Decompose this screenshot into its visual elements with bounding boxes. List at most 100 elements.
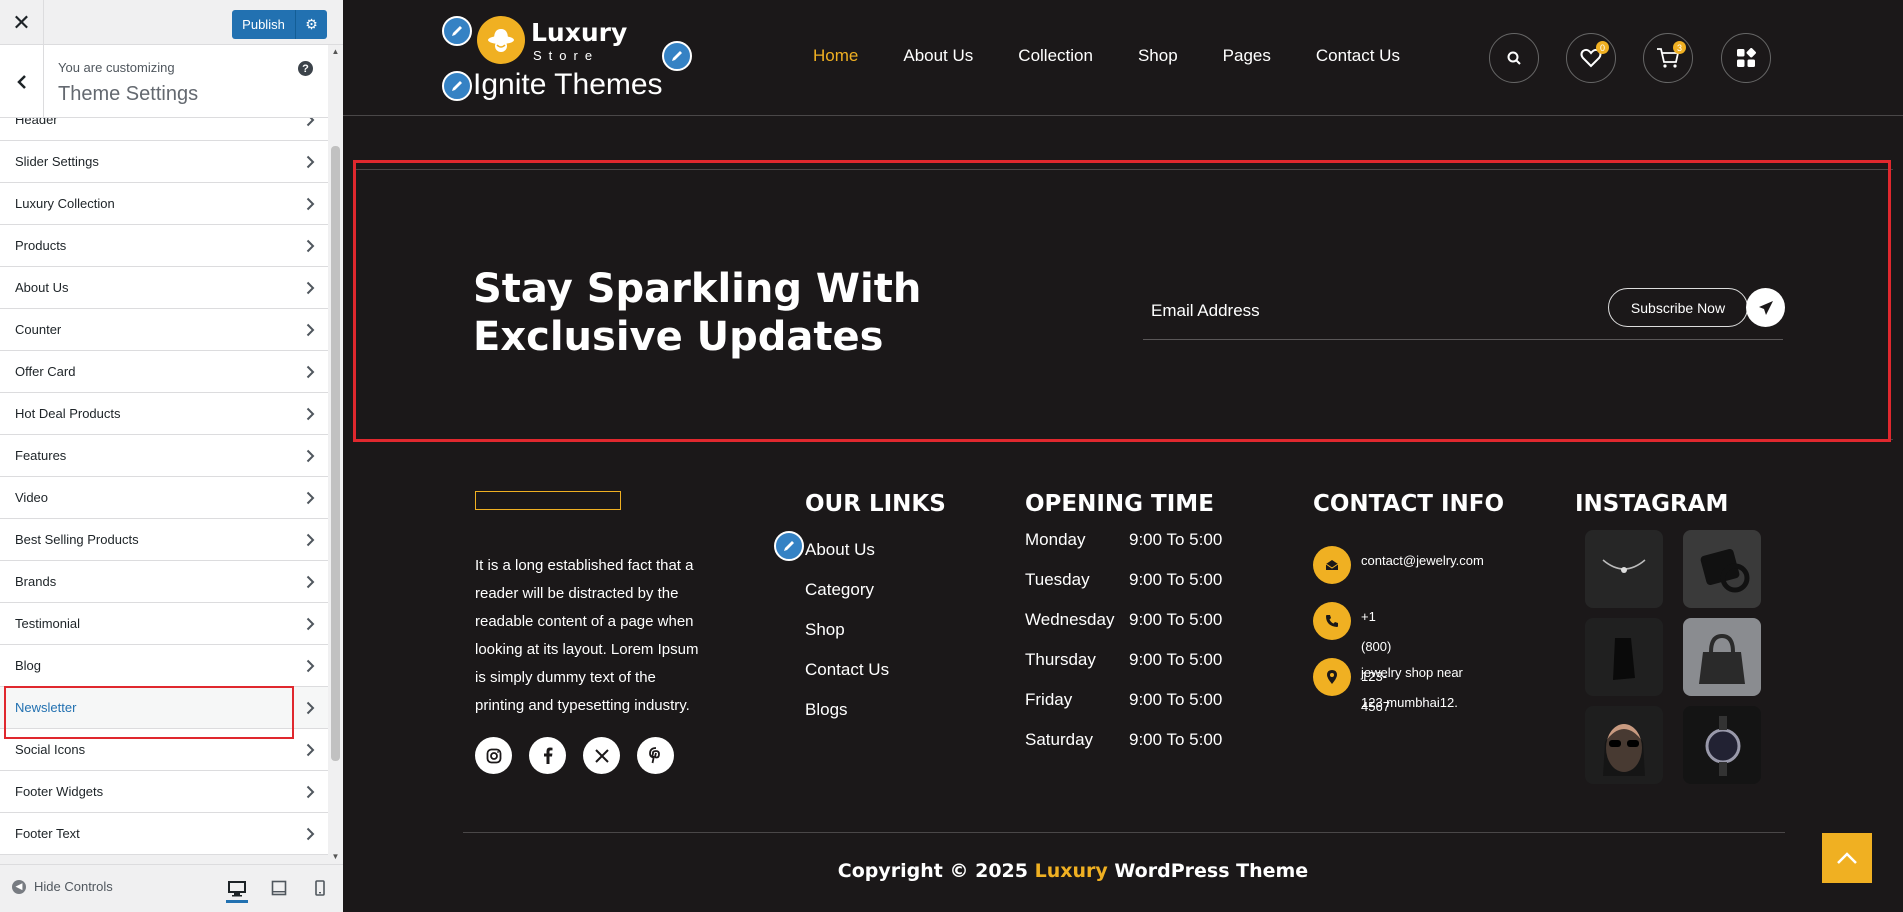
section-item[interactable]: Video [0, 477, 328, 519]
hours-time: 9:00 To 5:00 [1129, 650, 1223, 669]
section-item[interactable]: Luxury Collection [0, 183, 328, 225]
pinterest-button[interactable] [637, 737, 674, 774]
opening-hours: Monday 9:00 To 5:00 Tuesday 9:00 To 5:00 Wed… [1025, 530, 1222, 770]
hours-row: Thursday 9:00 To 5:00 [1025, 650, 1222, 690]
chevron-right-icon [292, 743, 328, 757]
chevron-right-icon [292, 118, 328, 127]
customizer-sidebar: ✕ Publish ⚙ You are customizing Theme Se… [0, 0, 343, 912]
hours-time: 9:00 To 5:00 [1129, 570, 1223, 589]
section-item[interactable]: Offer Card [0, 351, 328, 393]
facebook-button[interactable] [529, 737, 566, 774]
tablet-preview-button[interactable] [268, 877, 290, 899]
chevron-right-icon [292, 533, 328, 547]
contact-email-text[interactable]: contact@jewelry.com [1361, 546, 1484, 576]
publish-settings-button[interactable]: ⚙ [295, 10, 327, 39]
instagram-image[interactable] [1683, 618, 1761, 696]
section-item[interactable]: Products [0, 225, 328, 267]
nav-item[interactable]: Collection [1018, 46, 1093, 66]
publish-button[interactable]: Publish [232, 10, 295, 39]
scroll-up-arrow-icon[interactable]: ▲ [328, 47, 343, 57]
section-item-label: Counter [15, 322, 62, 337]
copyright-text: Copyright © 2025 Luxury WordPress Theme [343, 860, 1803, 882]
section-item[interactable]: Brands [0, 561, 328, 603]
section-item[interactable]: Blog [0, 645, 328, 687]
chevron-left-icon [16, 74, 26, 89]
desktop-preview-button[interactable] [226, 877, 248, 903]
footer-link[interactable]: Category [805, 580, 889, 620]
copyright-brand-link[interactable]: Luxury [1035, 860, 1108, 882]
section-item[interactable]: Footer Widgets [0, 771, 328, 813]
help-icon[interactable]: ? [298, 61, 313, 76]
hours-time: 9:00 To 5:00 [1129, 610, 1223, 629]
close-customizer-button[interactable]: ✕ [0, 0, 44, 45]
mobile-preview-button[interactable] [309, 877, 331, 899]
scroll-thumb[interactable] [331, 146, 340, 761]
nav-item[interactable]: Home [813, 46, 858, 66]
hours-heading: OPENING TIME [1025, 491, 1214, 517]
x-button[interactable] [583, 737, 620, 774]
logo-mark[interactable] [477, 16, 525, 64]
cart-button[interactable]: 3 [1643, 33, 1693, 83]
section-item-label: Footer Text [15, 826, 80, 841]
section-item[interactable]: Best Selling Products [0, 519, 328, 561]
section-item[interactable]: Footer Text [0, 813, 328, 855]
section-item[interactable]: Header [0, 118, 328, 141]
search-icon [1507, 51, 1521, 65]
close-icon: ✕ [12, 9, 31, 35]
customizing-label: You are customizing [58, 60, 175, 75]
contact-address-text: jewelry shop near 123 mumbhai12. [1361, 665, 1463, 710]
hours-row: Wednesday 9:00 To 5:00 [1025, 610, 1222, 650]
hours-row: Friday 9:00 To 5:00 [1025, 690, 1222, 730]
search-button[interactable] [1489, 33, 1539, 83]
sidebar-scrollbar[interactable]: ▲ ▼ [328, 45, 343, 864]
hours-row: Tuesday 9:00 To 5:00 [1025, 570, 1222, 610]
grid-icon [1737, 48, 1756, 67]
section-item[interactable]: Hot Deal Products [0, 393, 328, 435]
envelope-icon [1313, 546, 1351, 584]
section-item-label: Luxury Collection [15, 196, 115, 211]
chevron-right-icon [292, 197, 328, 211]
back-button[interactable] [0, 45, 44, 118]
section-item[interactable]: Slider Settings [0, 141, 328, 183]
nav-item[interactable]: Contact Us [1316, 46, 1400, 66]
nav-item[interactable]: Pages [1223, 46, 1271, 66]
chevron-right-icon [292, 785, 328, 799]
nav-item[interactable]: About Us [903, 46, 973, 66]
instagram-image[interactable] [1585, 530, 1663, 608]
footer-link[interactable]: Contact Us [805, 660, 889, 700]
section-item-label: Video [15, 490, 49, 505]
section-item[interactable]: About Us [0, 267, 328, 309]
edit-links-pencil-icon[interactable] [774, 531, 804, 561]
site-title[interactable]: Ignite Themes [473, 68, 663, 102]
edit-title-pencil-icon[interactable] [442, 71, 472, 101]
chevron-right-icon [292, 449, 328, 463]
instagram-grid [1585, 530, 1761, 784]
footer-link[interactable]: Blogs [805, 700, 889, 740]
instagram-image[interactable] [1585, 706, 1663, 784]
instagram-image[interactable] [1585, 618, 1663, 696]
wishlist-button[interactable]: 0 [1566, 33, 1616, 83]
footer-link[interactable]: Shop [805, 620, 889, 660]
footer-link[interactable]: About Us [805, 540, 889, 580]
hide-controls-button[interactable]: ◀ Hide Controls [12, 879, 113, 894]
publish-group: Publish ⚙ [232, 10, 327, 39]
menu-grid-button[interactable] [1721, 33, 1771, 83]
chevron-right-icon [292, 701, 328, 715]
section-item-label: Features [15, 448, 67, 463]
hours-day: Monday [1025, 530, 1086, 549]
instagram-image[interactable] [1683, 530, 1761, 608]
customizer-footer: ◀ Hide Controls [0, 864, 343, 912]
section-item[interactable]: Counter [0, 309, 328, 351]
logo-text[interactable]: Luxury [531, 20, 627, 45]
instagram-image[interactable] [1683, 706, 1761, 784]
section-item[interactable]: Features [0, 435, 328, 477]
instagram-heading: INSTAGRAM [1575, 491, 1729, 517]
edit-header-pencil-icon[interactable] [662, 41, 692, 71]
back-to-top-button[interactable] [1822, 833, 1872, 883]
instagram-button[interactable] [475, 737, 512, 774]
scroll-down-arrow-icon[interactable]: ▼ [328, 852, 343, 862]
nav-item[interactable]: Shop [1138, 46, 1178, 66]
edit-logo-pencil-icon[interactable] [442, 16, 472, 46]
section-item[interactable]: Testimonial [0, 603, 328, 645]
chevron-right-icon [292, 407, 328, 421]
